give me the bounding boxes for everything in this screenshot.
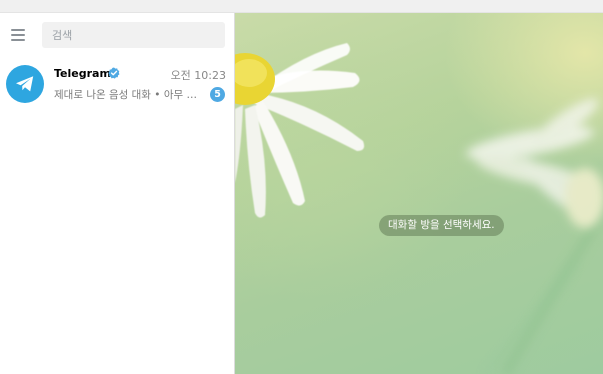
sidebar: Telegram 오전 10:23 제대로 나온 음성 대화 • 아무 보이스챗… xyxy=(0,13,235,374)
select-chat-hint: 대화할 방을 선택하세요. xyxy=(379,215,504,236)
chat-preview: 제대로 나온 음성 대화 • 아무 보이스챗에서 ... xyxy=(54,89,206,101)
chat-list-item[interactable]: Telegram 오전 10:23 제대로 나온 음성 대화 • 아무 보이스챗… xyxy=(0,60,234,110)
chat-name: Telegram xyxy=(54,67,111,80)
daisy-wallpaper-image xyxy=(235,43,603,374)
telegram-plane-icon xyxy=(16,76,34,92)
chat-timestamp: 오전 10:23 xyxy=(170,69,226,82)
unread-count-badge: 5 xyxy=(210,87,225,102)
search-input[interactable] xyxy=(42,22,225,48)
hamburger-menu-icon[interactable] xyxy=(8,25,28,45)
chat-area-wallpaper: 대화할 방을 선택하세요. xyxy=(235,13,603,374)
telegram-avatar xyxy=(6,65,44,103)
window-title-bar[interactable] xyxy=(0,0,603,13)
verified-badge-icon xyxy=(108,67,120,79)
